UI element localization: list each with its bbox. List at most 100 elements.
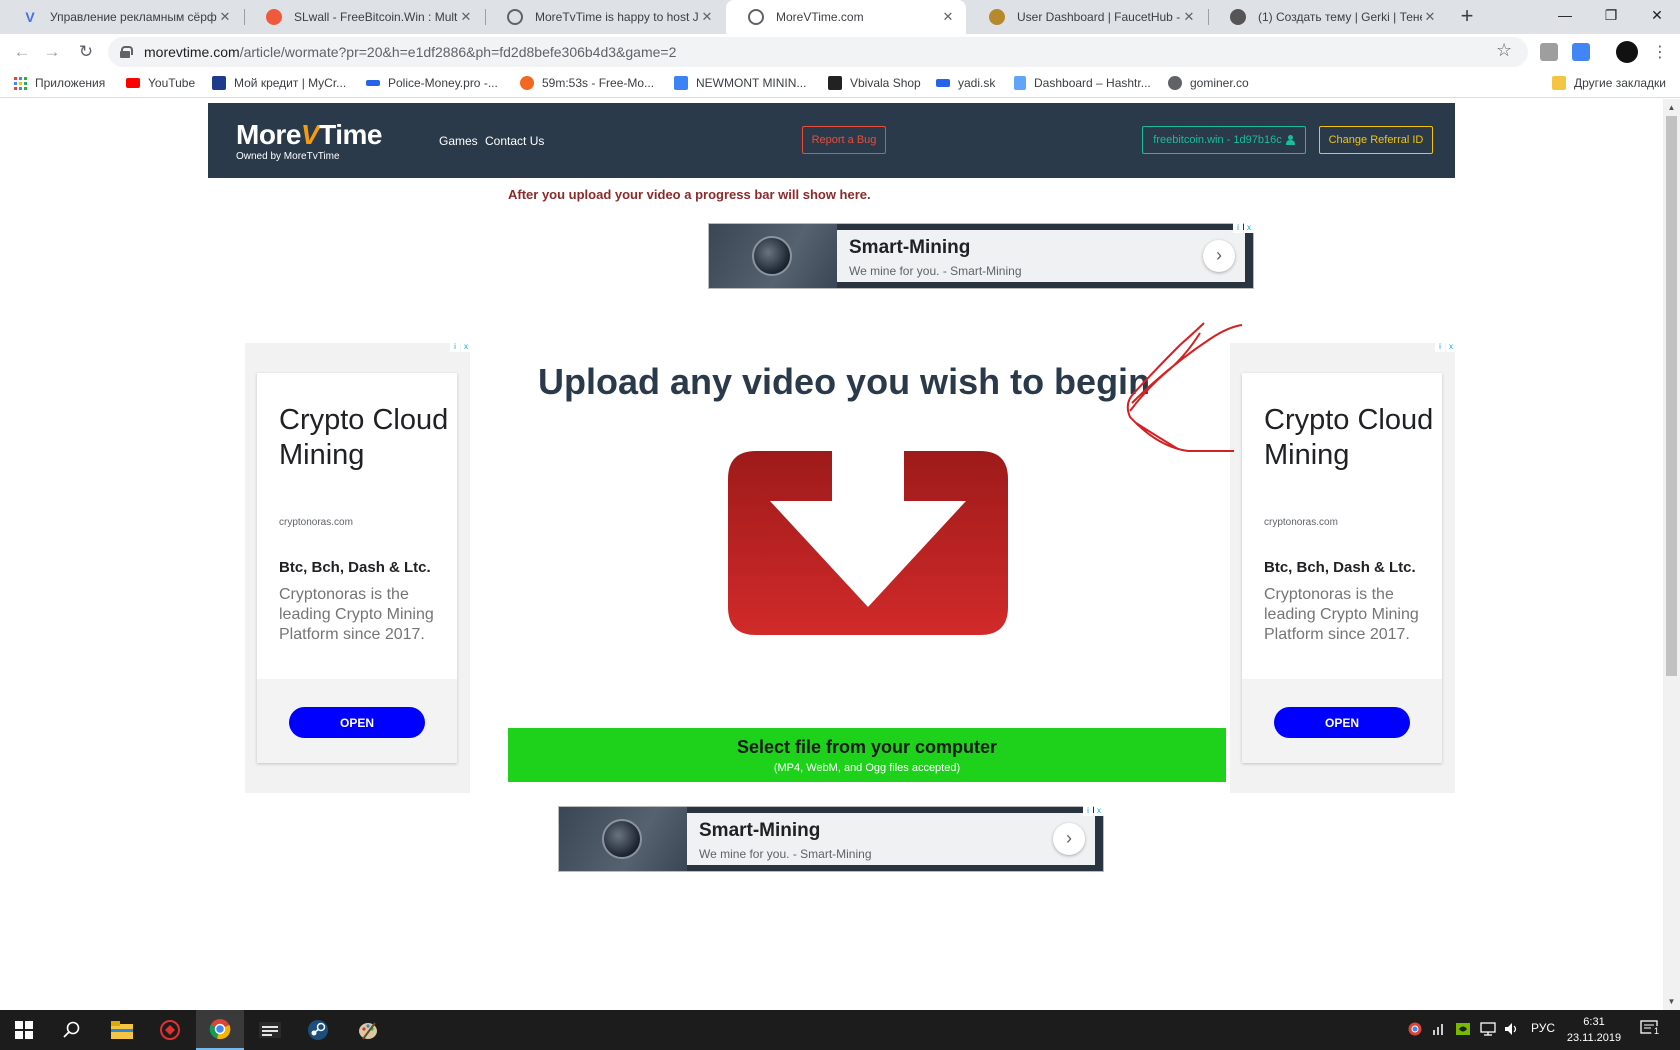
ad-info-icon[interactable]: i (450, 342, 460, 352)
close-tab-icon[interactable]: ✕ (1422, 9, 1438, 25)
volume-tray-icon[interactable] (1504, 1022, 1520, 1039)
minimize-button[interactable]: — (1542, 0, 1588, 30)
side-ad-left[interactable]: i x Crypto Cloud Mining cryptonoras.com … (245, 342, 471, 793)
browser-tab-active[interactable]: MoreVTime.com ✕ (726, 0, 966, 34)
network-tray-icon[interactable] (1432, 1022, 1446, 1039)
bookmark-item[interactable]: NEWMONT MININ... (674, 76, 806, 90)
search-icon[interactable] (48, 1010, 96, 1050)
profile-avatar[interactable] (1616, 41, 1638, 63)
nav-contact-us[interactable]: Contact Us (485, 134, 544, 148)
taskbar-clock[interactable]: 6:31 23.11.2019 (1561, 1014, 1627, 1046)
forward-arrow-icon[interactable]: → (40, 40, 64, 64)
address-bar[interactable]: morevtime.com/article/wormate?pr=20&h=e1… (108, 37, 1528, 67)
logo-subtitle: Owned by MoreTvTime (236, 151, 340, 162)
ad-body: Cryptonoras is the leading Crypto Mining… (279, 586, 434, 643)
ad-open-button[interactable]: OPEN (1274, 707, 1410, 738)
adchoices[interactable]: i x (1083, 806, 1104, 816)
site-logo[interactable]: MoreVTime (236, 121, 382, 149)
file-explorer-icon[interactable] (98, 1010, 146, 1050)
reload-icon[interactable]: ↻ (74, 40, 98, 64)
upload-heading: Upload any video you wish to begin (538, 361, 1151, 402)
bookmark-item[interactable]: Vbivala Shop (828, 76, 921, 90)
mycredit-icon (212, 76, 226, 90)
bookmark-label: Мой кредит | MyCr... (234, 76, 347, 90)
change-referral-button[interactable]: Change Referral ID (1319, 126, 1433, 154)
adchoices[interactable]: i x (1233, 223, 1254, 233)
close-window-button[interactable]: ✕ (1634, 0, 1680, 30)
menu-icon[interactable]: ⋮ (1652, 42, 1668, 62)
nvidia-tray-icon[interactable] (1456, 1022, 1470, 1039)
translate-icon[interactable] (1572, 43, 1590, 61)
amd-radeon-icon[interactable] (146, 1010, 194, 1050)
new-tab-button[interactable]: + (1455, 5, 1479, 29)
adchoices[interactable]: i x (1435, 342, 1456, 352)
windows-start-icon[interactable] (0, 1010, 48, 1050)
clock-date: 23.11.2019 (1566, 1032, 1622, 1044)
bookmark-item[interactable]: YouTube (126, 76, 195, 90)
browser-tab[interactable]: User Dashboard | FaucetHub - Bi ✕ (967, 0, 1207, 34)
restore-button[interactable]: ❐ (1588, 0, 1634, 30)
notifications-icon[interactable]: 1 (1640, 1020, 1662, 1041)
steam-icon[interactable] (294, 1010, 342, 1050)
bookmark-item[interactable]: yadi.sk (936, 76, 995, 90)
close-tab-icon[interactable]: ✕ (217, 9, 233, 25)
report-bug-button[interactable]: Report a Bug (802, 126, 886, 154)
chevron-right-icon[interactable]: › (1203, 240, 1235, 272)
user-icon (1285, 135, 1295, 145)
shield-icon (1014, 76, 1026, 90)
scroll-down-icon[interactable]: ▼ (1663, 993, 1680, 1010)
banner-ad-top[interactable]: Smart-Mining We mine for you. - Smart-Mi… (708, 223, 1254, 289)
close-tab-icon[interactable]: ✕ (458, 9, 474, 25)
scrollbar-thumb[interactable] (1666, 116, 1677, 676)
browser-tab[interactable]: (1) Создать тему | Gerki | Тенев ✕ (1208, 0, 1448, 34)
extension-icon[interactable] (1540, 43, 1558, 61)
bookmark-item[interactable]: Dashboard – Hashtr... (1014, 76, 1151, 90)
lock-icon (120, 46, 133, 58)
bookmark-item[interactable]: Приложения (14, 76, 105, 90)
monitor-tray-icon[interactable] (1480, 1022, 1496, 1039)
chrome-tray-icon[interactable] (1408, 1022, 1422, 1039)
ad-info-icon[interactable]: i (1233, 223, 1243, 233)
ad-close-icon[interactable]: x (1244, 223, 1254, 233)
language-indicator[interactable]: РУС (1531, 1021, 1555, 1035)
ad-close-icon[interactable]: x (1094, 806, 1104, 816)
banner-ad-bottom[interactable]: Smart-Mining We mine for you. - Smart-Mi… (558, 806, 1104, 872)
ad-info-icon[interactable]: i (1083, 806, 1093, 816)
bookmark-label: Vbivala Shop (850, 76, 921, 90)
browser-tab[interactable]: MoreTvTime is happy to host Jun ✕ (485, 0, 725, 34)
scroll-up-icon[interactable]: ▲ (1663, 99, 1680, 116)
tab-title: User Dashboard | FaucetHub - Bi (1017, 10, 1181, 24)
side-ad-right[interactable]: i x Crypto Cloud Mining cryptonoras.com … (1230, 342, 1456, 793)
vertical-scrollbar[interactable]: ▲ ▼ (1663, 99, 1680, 1010)
bookmark-star-icon[interactable]: ☆ (1496, 40, 1512, 61)
nav-games[interactable]: Games (439, 134, 478, 148)
select-file-button[interactable]: Select file from your computer (MP4, Web… (508, 728, 1226, 782)
adchoices[interactable]: i x (450, 342, 471, 352)
user-account-button[interactable]: freebitcoin.win - 1d97b16c (1142, 126, 1306, 154)
other-bookmarks[interactable]: Другие закладки (1552, 76, 1666, 90)
bookmark-item[interactable]: gominer.co (1168, 76, 1249, 90)
browser-tab[interactable]: V Управление рекламным сёрфин ✕ (0, 0, 243, 34)
ad-card: Crypto Cloud Mining cryptonoras.com Btc,… (1242, 373, 1442, 763)
tab-title: MoreVTime.com (776, 10, 864, 24)
chevron-right-icon[interactable]: › (1053, 823, 1085, 855)
close-tab-icon[interactable]: ✕ (699, 9, 715, 25)
back-arrow-icon[interactable]: ← (10, 40, 34, 64)
download-arrow-icon[interactable] (726, 447, 1010, 639)
bookmark-item[interactable]: 59m:53s - Free-Mo... (520, 76, 654, 90)
paint-icon[interactable] (344, 1010, 392, 1050)
ad-open-button[interactable]: OPEN (289, 707, 425, 738)
bookmark-item[interactable]: Police-Money.pro -... (366, 76, 498, 90)
pubg-icon[interactable] (246, 1010, 294, 1050)
close-tab-icon[interactable]: ✕ (1181, 9, 1197, 25)
chrome-icon[interactable] (196, 1010, 244, 1050)
ad-close-icon[interactable]: x (461, 342, 471, 352)
youtube-icon (126, 78, 140, 88)
ad-domain: cryptonoras.com (279, 517, 353, 528)
bookmark-item[interactable]: Мой кредит | MyCr... (212, 76, 346, 90)
close-tab-icon[interactable]: ✕ (940, 9, 956, 25)
browser-tab[interactable]: SLwall - FreeBitcoin.Win : MultiC ✕ (244, 0, 484, 34)
ad-close-icon[interactable]: x (1446, 342, 1456, 352)
ad-info-icon[interactable]: i (1435, 342, 1445, 352)
globe-icon (602, 819, 642, 859)
